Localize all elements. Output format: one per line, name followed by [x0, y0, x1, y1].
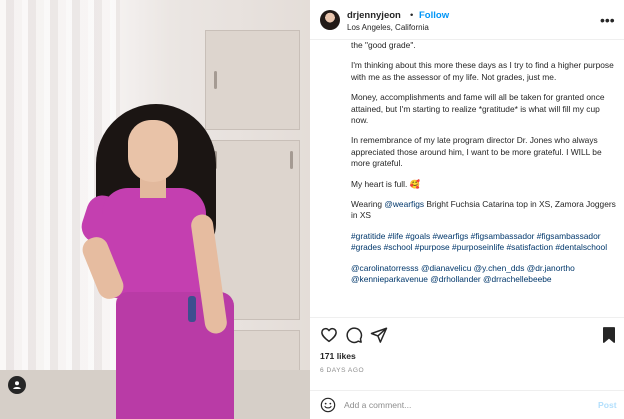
caption-paragraph: the "good grade".	[351, 40, 416, 50]
post-timestamp[interactable]: 6 DAYS AGO	[320, 367, 364, 374]
caption-paragraph: Money, accomplishments and fame will all…	[351, 92, 605, 126]
drawstring	[188, 296, 196, 322]
caption-paragraph: I'm thinking about this more these days …	[351, 60, 614, 82]
heart-icon[interactable]	[320, 326, 338, 344]
username[interactable]: drjennyjeon	[347, 10, 401, 21]
post-modal: drjennyjeon • Follow Los Angeles, Califo…	[0, 0, 624, 419]
post-panel: drjennyjeon • Follow Los Angeles, Califo…	[310, 0, 624, 419]
bookmark-icon[interactable]	[600, 326, 618, 344]
face	[128, 120, 178, 182]
action-bar	[310, 317, 624, 347]
like-count[interactable]: 171 likes	[320, 351, 356, 361]
comment-bar: Post	[310, 390, 624, 419]
caption-text: Wearing	[351, 199, 385, 210]
caption-paragraph: In remembrance of my late program direct…	[351, 135, 602, 169]
caption: the "good grade". I'm thinking about thi…	[351, 40, 616, 316]
emoji-icon[interactable]	[320, 397, 336, 413]
person	[0, 0, 310, 419]
post-photo[interactable]	[0, 0, 310, 419]
mention-link[interactable]: @wearfigs	[384, 199, 424, 209]
caption-paragraph: My heart is full. 🥰	[351, 178, 421, 189]
post-button[interactable]: Post	[598, 400, 617, 410]
share-icon[interactable]	[370, 326, 388, 344]
post-header: drjennyjeon • Follow Los Angeles, Califo…	[310, 0, 624, 40]
more-options-icon[interactable]: •••	[600, 12, 615, 28]
user-tag-icon[interactable]	[8, 376, 26, 394]
caption-paragraph: Wearing @wearfigs Bright Fuchsia Catarin…	[351, 199, 616, 222]
tagged-users[interactable]: @carolinatorresss @dianavelicu @y.chen_d…	[351, 263, 616, 286]
avatar[interactable]	[320, 10, 340, 30]
comment-icon[interactable]	[345, 326, 363, 344]
location-link[interactable]: Los Angeles, California	[347, 23, 429, 32]
separator-dot: •	[410, 10, 414, 21]
comment-input[interactable]	[344, 397, 584, 413]
hashtags[interactable]: #gratitide #life #goals #wearfigs #figsa…	[351, 231, 616, 254]
follow-button[interactable]: Follow	[419, 10, 449, 21]
